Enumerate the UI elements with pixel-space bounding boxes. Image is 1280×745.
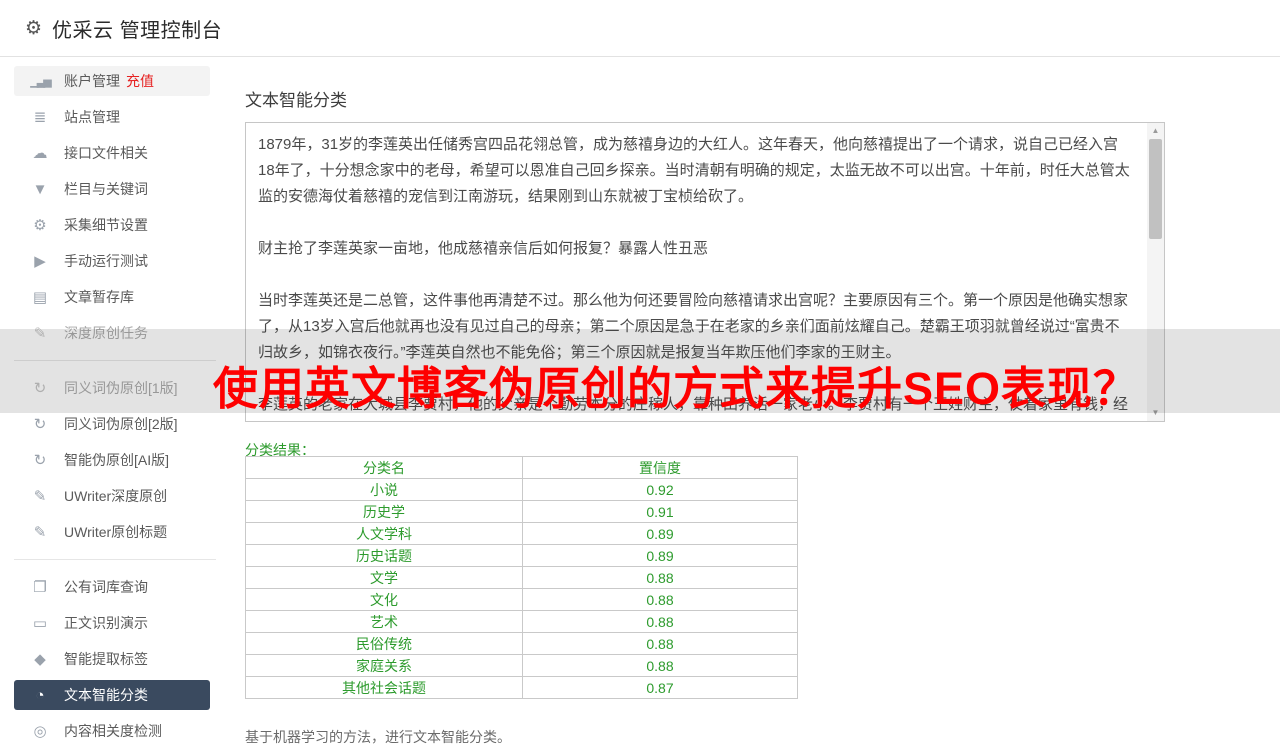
confidence-cell: 0.88 [522, 654, 798, 677]
sidebar-item-article-cache[interactable]: ▤ 文章暂存库 [14, 282, 210, 312]
table-row: 艺术 0.88 [245, 610, 798, 633]
sidebar-divider [14, 559, 216, 560]
confidence-cell: 0.91 [522, 500, 798, 523]
app-title: 优采云 管理控制台 [52, 19, 223, 42]
sidebar-item-collection-settings[interactable]: ⚙ 采集细节设置 [14, 210, 210, 240]
sidebar-item-site-management[interactable]: ≣ 站点管理 [14, 102, 210, 132]
sidebar-item-uwriter-title[interactable]: ✎ UWriter原创标题 [14, 517, 210, 547]
play-icon: ▶ [34, 253, 46, 270]
category-name-cell: 家庭关系 [245, 654, 523, 677]
sidebar-item-public-lexicon[interactable]: ❐ 公有词库查询 [14, 572, 210, 602]
table-row: 人文学科 0.89 [245, 522, 798, 545]
category-name-cell: 文学 [245, 566, 523, 589]
sidebar-item-manual-run-test[interactable]: ▶ 手动运行测试 [14, 246, 210, 276]
table-row: 家庭关系 0.88 [245, 654, 798, 677]
table-row: 民俗传统 0.88 [245, 632, 798, 655]
category-name-cell: 人文学科 [245, 522, 523, 545]
app-header: ⚙ 优采云 管理控制台 [0, 0, 1280, 57]
confidence-cell: 0.92 [522, 478, 798, 501]
sidebar-item-uwriter-deep[interactable]: ✎ UWriter深度原创 [14, 481, 210, 511]
gears-icon: ⚙ [33, 217, 47, 234]
table-row: 历史学 0.91 [245, 500, 798, 523]
column-header-confidence: 置信度 [522, 456, 798, 479]
table-row: 历史话题 0.89 [245, 544, 798, 567]
column-header-category: 分类名 [245, 456, 523, 479]
rows-icon: ≣ [33, 109, 47, 126]
confidence-cell: 0.88 [522, 566, 798, 589]
sidebar-item-smart-tags[interactable]: ◆ 智能提取标签 [14, 644, 210, 674]
edit-icon: ✎ [33, 488, 47, 505]
target-icon: ◎ [33, 723, 47, 740]
category-name-cell: 艺术 [245, 610, 523, 633]
filter-icon: ▼ [32, 180, 48, 198]
bar-chart-icon: ▁▃▅ [30, 75, 51, 88]
book-icon: ❐ [33, 579, 47, 596]
edit-icon: ✎ [33, 524, 47, 541]
sidebar-item-label: 内容相关度检测 [64, 723, 162, 739]
table-row: 文化 0.88 [245, 588, 798, 611]
sidebar-item-label: 栏目与关键词 [64, 181, 148, 197]
confidence-cell: 0.88 [522, 588, 798, 611]
scrollbar-thumb[interactable] [1149, 139, 1162, 239]
sidebar-item-label: 站点管理 [64, 109, 120, 125]
pie-icon: ◔ [35, 686, 45, 704]
monitor-icon: ▭ [32, 615, 48, 632]
sidebar-item-label: 文本智能分类 [64, 687, 148, 703]
sidebar-item-label: 文章暂存库 [64, 289, 134, 305]
table-row: 小说 0.92 [245, 478, 798, 501]
sidebar-item-label: 接口文件相关 [64, 145, 148, 161]
sidebar-item-label: UWriter深度原创 [64, 488, 168, 504]
classification-result-table: 分类名 置信度 小说 0.92 历史学 0.91 人文学科 0.89 历史话题 0.89 文学 0… [245, 456, 798, 699]
sidebar-item-interface-files[interactable]: ☁ 接口文件相关 [14, 138, 210, 168]
sidebar-item-account[interactable]: ▁▃▅ 账户管理 充值 [14, 66, 210, 96]
category-name-cell: 民俗传统 [245, 632, 523, 655]
confidence-cell: 0.88 [522, 632, 798, 655]
sidebar-item-label: 智能伪原创[AI版] [64, 452, 170, 468]
table-header-row: 分类名 置信度 [245, 456, 798, 479]
sidebar-item-label: 账户管理 [64, 73, 120, 89]
category-name-cell: 文化 [245, 588, 523, 611]
category-name-cell: 其他社会话题 [245, 676, 523, 699]
confidence-cell: 0.87 [522, 676, 798, 699]
sidebar-item-label: 智能提取标签 [64, 651, 148, 667]
sidebar-item-label: UWriter原创标题 [64, 524, 168, 540]
footer-note: 基于机器学习的方法，进行文本智能分类。 [245, 729, 511, 745]
sidebar-item-label: 正文识别演示 [64, 615, 148, 631]
overlay-headline: 使用英文博客伪原创的方式来提升SEO表现？ [213, 363, 1140, 414]
sidebar-item-ai-rewrite[interactable]: ↻ 智能伪原创[AI版] [14, 445, 210, 475]
sidebar-item-body-recognition[interactable]: ▭ 正文识别演示 [14, 608, 210, 638]
sidebar-item-content-relevance[interactable]: ◎ 内容相关度检测 [14, 716, 210, 745]
refresh-icon: ↻ [33, 416, 47, 433]
recharge-link[interactable]: 充值 [126, 71, 154, 91]
sidebar-item-text-classification[interactable]: ◔ 文本智能分类 [14, 680, 210, 710]
category-name-cell: 历史学 [245, 500, 523, 523]
confidence-cell: 0.88 [522, 610, 798, 633]
sidebar-item-synonym-rewrite-2[interactable]: ↻ 同义词伪原创[2版] [14, 409, 210, 439]
tag-icon: ◆ [34, 651, 46, 668]
category-name-cell: 历史话题 [245, 544, 523, 567]
page-title: 文本智能分类 [245, 91, 347, 110]
sidebar-item-label: 同义词伪原创[2版] [64, 416, 178, 432]
sidebar-item-columns-keywords[interactable]: ▼ 栏目与关键词 [14, 174, 210, 204]
table-row: 其他社会话题 0.87 [245, 676, 798, 699]
confidence-cell: 0.89 [522, 522, 798, 545]
sidebar-item-label: 采集细节设置 [64, 217, 148, 233]
cloud-upload-icon: ☁ [32, 145, 48, 162]
confidence-cell: 0.89 [522, 544, 798, 567]
table-row: 文学 0.88 [245, 566, 798, 589]
category-name-cell: 小说 [245, 478, 523, 501]
sidebar-item-label: 手动运行测试 [64, 253, 148, 269]
gear-icon[interactable]: ⚙ [25, 17, 42, 40]
database-icon: ▤ [32, 289, 48, 306]
scroll-up-icon[interactable]: ▲ [1147, 123, 1164, 139]
refresh-icon: ↻ [33, 452, 47, 469]
sidebar-item-label: 公有词库查询 [64, 579, 148, 595]
